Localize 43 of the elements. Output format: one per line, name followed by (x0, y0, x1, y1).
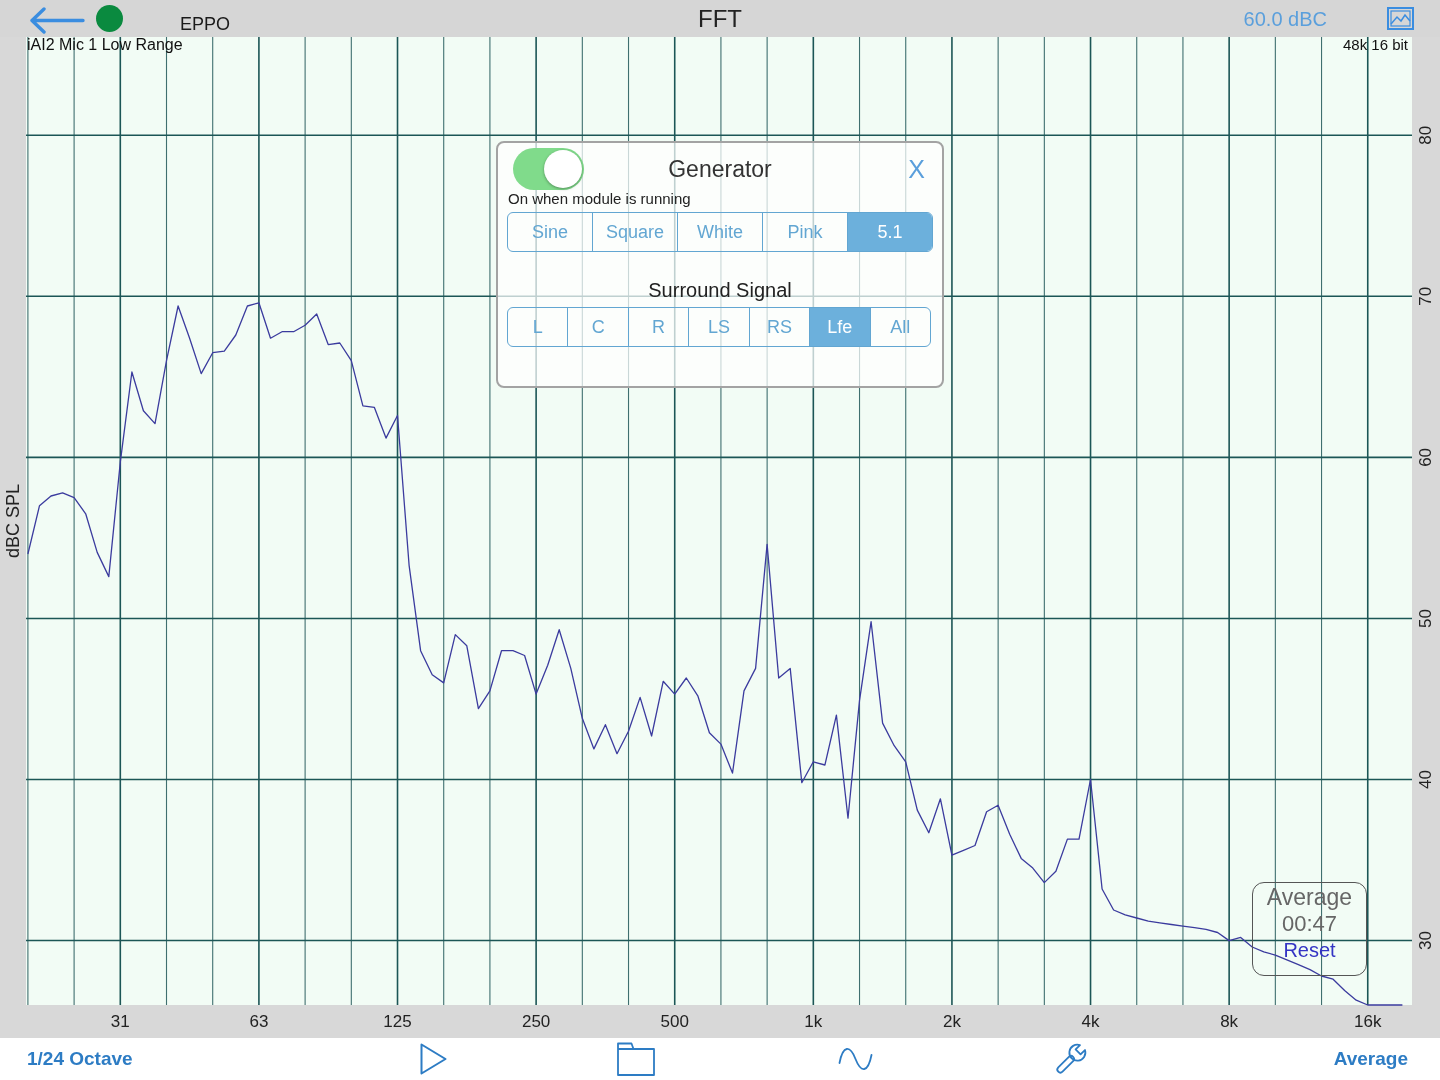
level-reading[interactable]: 60.0 dBC (1243, 6, 1327, 31)
signal-type-segment[interactable]: Square (592, 213, 677, 251)
x-tick-label: 250 (521, 1012, 551, 1031)
channel-segment[interactable]: L (508, 308, 568, 346)
y-tick-label: 70 (1416, 286, 1436, 306)
y-tick-label: 30 (1416, 931, 1436, 951)
channel-segment[interactable]: All (869, 308, 930, 346)
generator-toggle[interactable] (513, 148, 584, 190)
device-name: EPPO (180, 14, 231, 34)
play-icon[interactable] (420, 1043, 447, 1075)
close-button[interactable]: X (908, 155, 925, 183)
sine-wave-icon[interactable] (838, 1046, 873, 1072)
y-tick-label: 40 (1416, 770, 1436, 789)
channel-segment[interactable]: Lfe (809, 308, 870, 346)
channel-segment[interactable]: C (567, 308, 628, 346)
x-tick-label: 500 (660, 1012, 689, 1031)
x-tick-label: 4k (1081, 1012, 1100, 1031)
picture-icon[interactable] (1387, 7, 1414, 30)
folder-icon[interactable] (617, 1042, 655, 1076)
channel-segment[interactable]: R (627, 308, 689, 346)
y-tick-label: 50 (1416, 609, 1436, 628)
resolution-button[interactable]: 1/24 Octave (27, 1048, 133, 1070)
x-tick-label: 125 (383, 1012, 412, 1031)
panel-title: Generator (668, 155, 772, 183)
signal-type-segment[interactable]: White (677, 213, 762, 251)
toggle-caption: On when module is running (508, 190, 692, 207)
x-tick-label: 16k (1354, 1012, 1382, 1031)
back-arrow-icon[interactable] (29, 7, 85, 34)
section-title: Surround Signal (647, 278, 793, 302)
x-tick-label: 31 (110, 1012, 130, 1031)
average-mode-button[interactable]: Average (1333, 1048, 1408, 1070)
channel-segment[interactable]: LS (688, 308, 749, 346)
y-axis-title: dBC SPL (3, 484, 23, 558)
x-tick-label: 2k (942, 1012, 961, 1031)
x-tick-label: 63 (249, 1012, 269, 1031)
format-label: 48k 16 bit (1342, 36, 1408, 53)
screen-title: FFT (698, 4, 742, 33)
x-tick-label: 1k (804, 1012, 823, 1031)
signal-type-segment[interactable]: 5.1 (847, 213, 932, 251)
y-tick-label: 60 (1416, 447, 1436, 467)
y-tick-label: 80 (1416, 125, 1436, 145)
signal-type-segment[interactable]: Sine (508, 213, 592, 251)
x-tick-label: 8k (1220, 1012, 1239, 1031)
